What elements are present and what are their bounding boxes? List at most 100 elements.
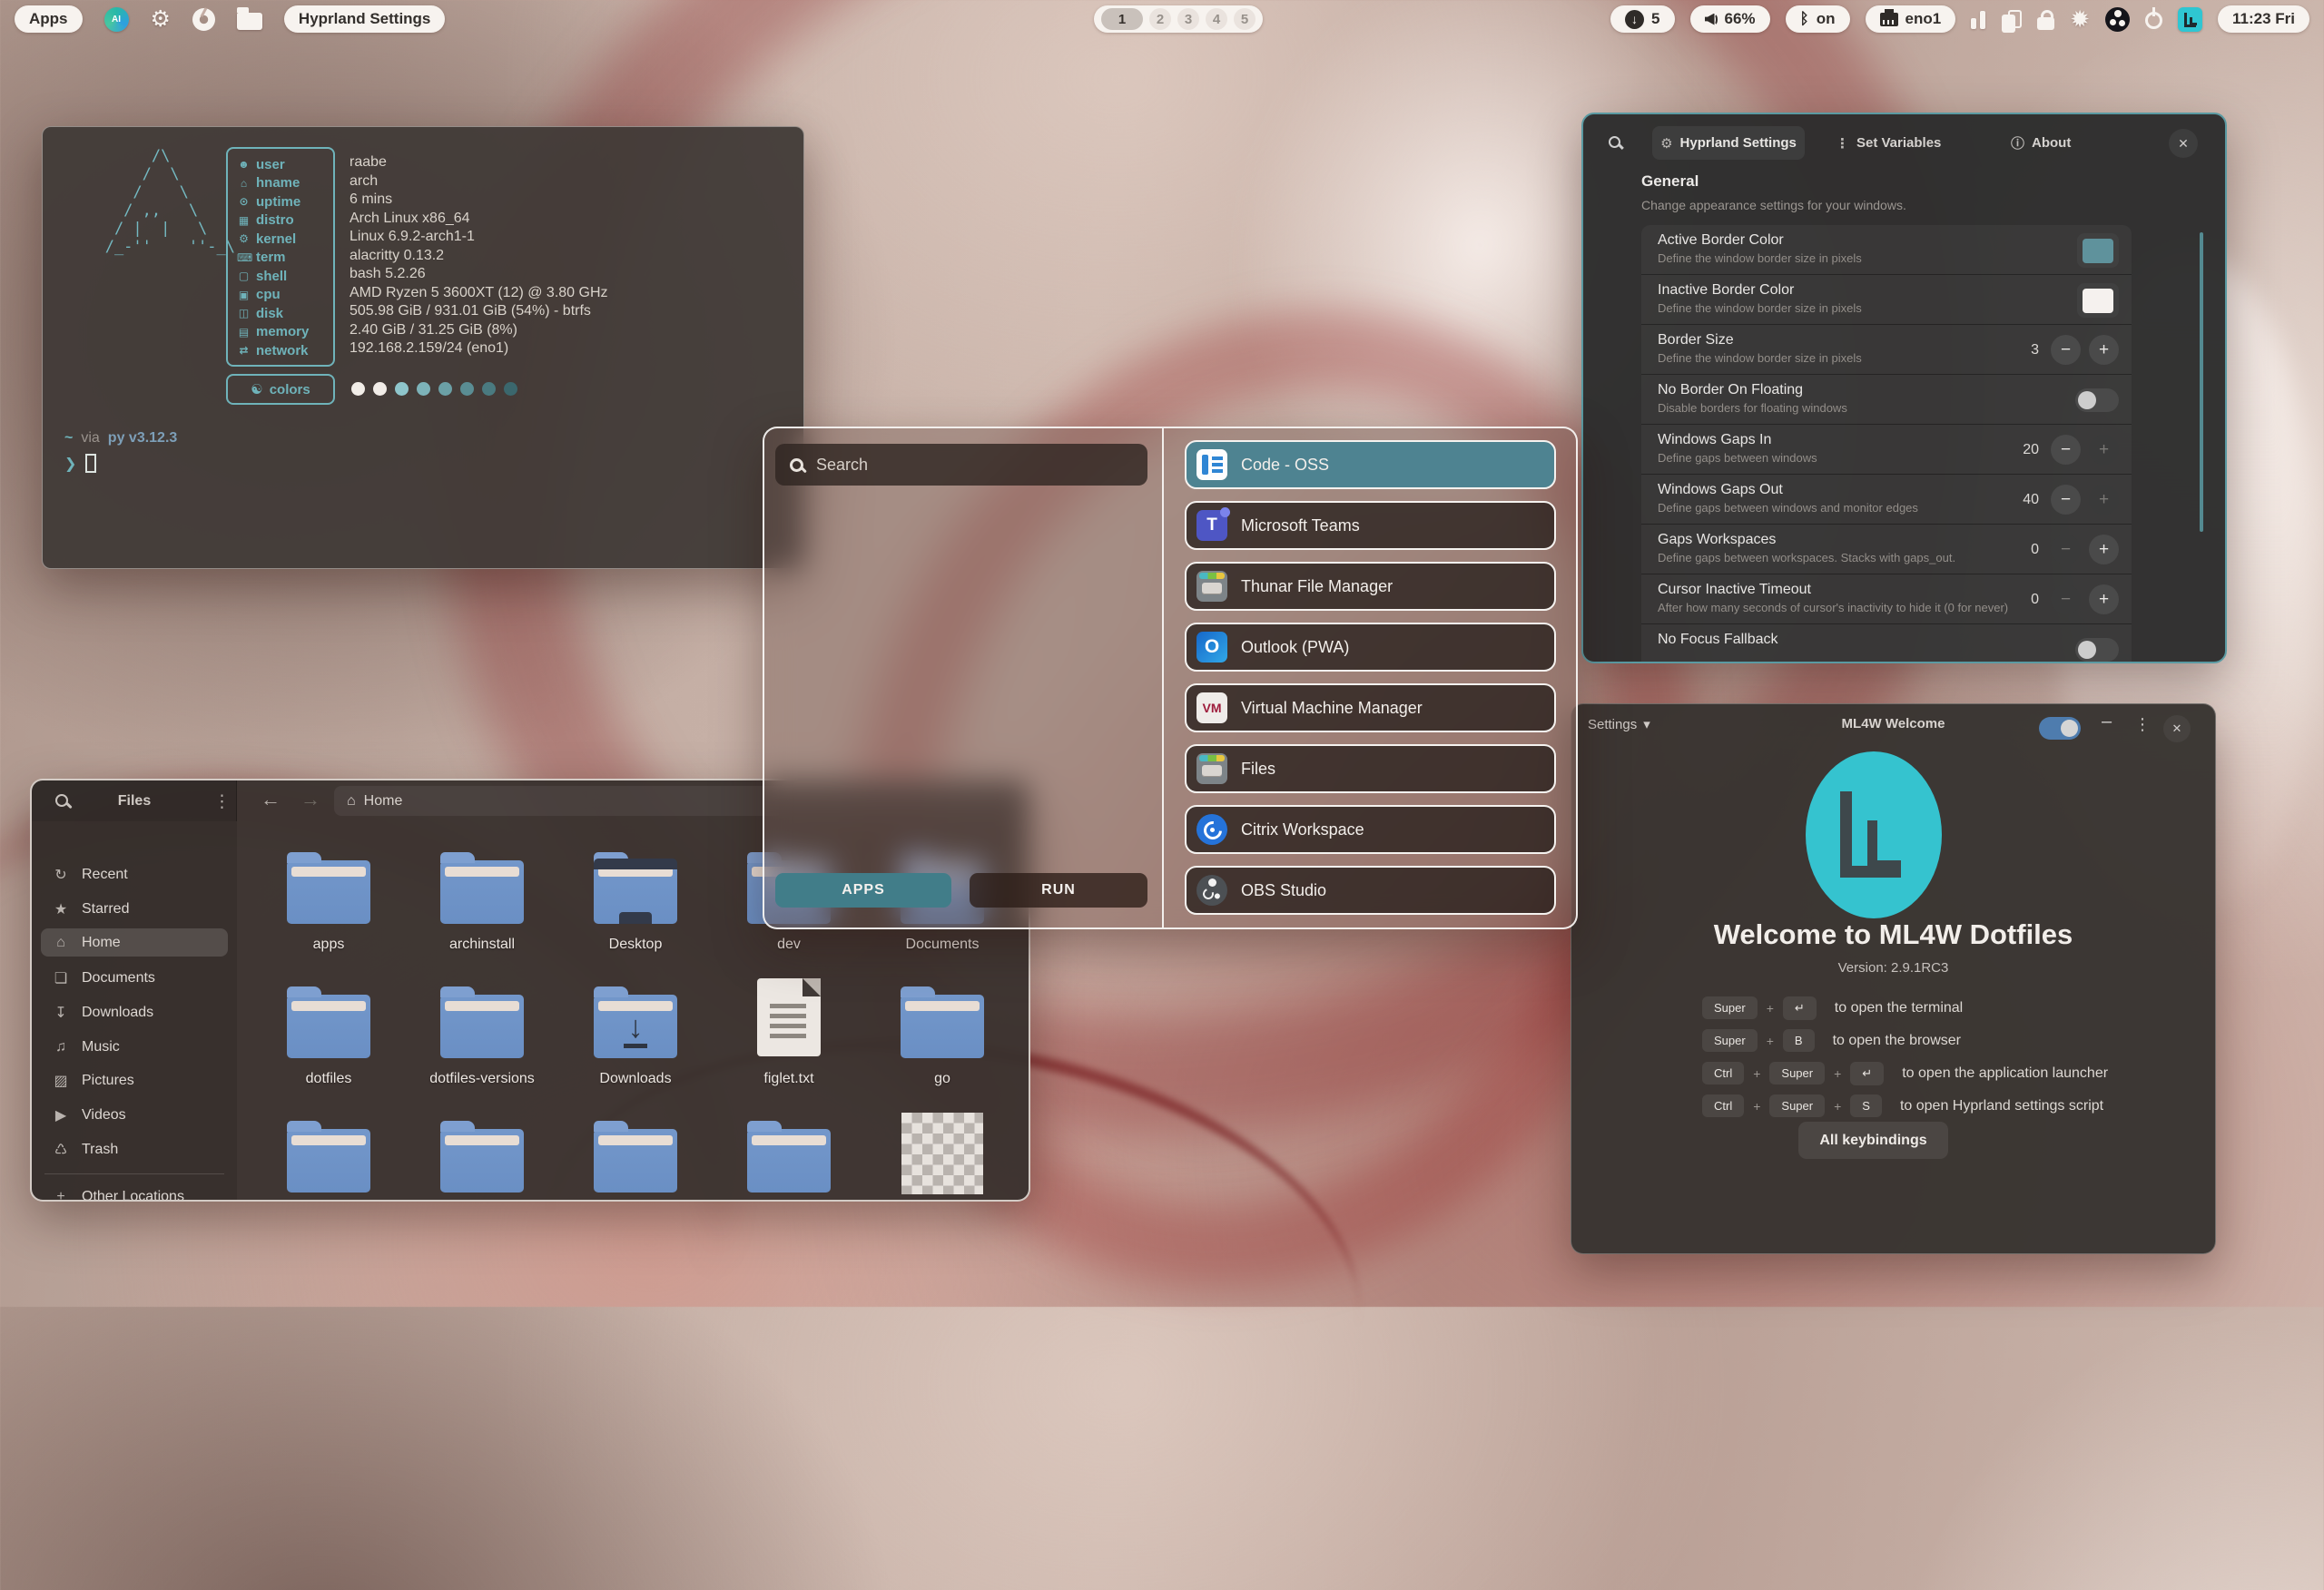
file-item[interactable]: go	[879, 984, 1006, 1058]
minimize-icon[interactable]: –	[2102, 712, 2112, 732]
network-indicator[interactable]: eno1	[1866, 5, 1956, 33]
tab-label: About	[2032, 135, 2071, 151]
ml4w-welcome-window[interactable]: Settings ▾ ML4W Welcome – ⋮ ✕ Welcome to…	[1571, 703, 2216, 1254]
sidebar-item-starred[interactable]: ★Starred	[41, 895, 228, 923]
bluetooth-indicator[interactable]: ᛒ on	[1786, 5, 1850, 33]
menu-kebab-icon[interactable]: ⋮	[2134, 715, 2151, 734]
decrement-button[interactable]: −	[2051, 435, 2081, 465]
decrement-button[interactable]: −	[2051, 535, 2081, 564]
sidebar-item-pictures[interactable]: ▨Pictures	[41, 1066, 228, 1094]
launcher-item-microsoft-teams[interactable]: T Microsoft Teams	[1185, 501, 1556, 550]
sidebar-item-home[interactable]: ⌂Home	[41, 928, 228, 957]
active-border-color-swatch[interactable]	[2077, 233, 2119, 268]
run-tab-button[interactable]: RUN	[970, 873, 1147, 908]
settings-app-icon[interactable]: ⚙	[151, 8, 171, 31]
clock[interactable]: 11:23 Fri	[2218, 5, 2309, 33]
launcher-item-files[interactable]: Files	[1185, 744, 1556, 793]
inactive-border-color-swatch[interactable]	[2077, 283, 2119, 318]
increment-button[interactable]: +	[2089, 584, 2119, 614]
starburst-icon[interactable]: ✹	[2070, 7, 2090, 31]
distro-icon: ▦	[237, 214, 251, 227]
launcher-item-code-oss[interactable]: Code - OSS	[1185, 440, 1556, 489]
sidebar-item-recent[interactable]: ↻Recent	[41, 860, 228, 888]
file-item[interactable]	[879, 1113, 1006, 1194]
decrement-button[interactable]: −	[2051, 584, 2081, 614]
apps-menu-label: Apps	[29, 10, 68, 28]
file-item[interactable]	[725, 1118, 852, 1192]
launcher-item-obs-studio[interactable]: OBS Studio	[1185, 866, 1556, 915]
power-icon[interactable]	[2145, 12, 2162, 29]
tab-hyprland-settings[interactable]: ⚙ Hyprland Settings	[1652, 126, 1805, 160]
apps-tab-label: APPS	[842, 882, 885, 898]
fetch-value: 6 mins	[350, 191, 608, 210]
obs-tray-icon[interactable]	[2105, 7, 2130, 32]
file-item[interactable]: figlet.txt	[725, 978, 852, 1056]
workspace-2[interactable]: 2	[1149, 8, 1171, 30]
plus-sign: +	[1834, 1099, 1841, 1114]
file-item[interactable]	[265, 1118, 392, 1192]
launcher-item-citrix-workspace[interactable]: Citrix Workspace	[1185, 805, 1556, 854]
increment-button[interactable]: +	[2089, 535, 2119, 564]
launcher-item-outlook[interactable]: O Outlook (PWA)	[1185, 623, 1556, 672]
ml4w-tray-icon[interactable]	[2178, 7, 2202, 32]
file-item[interactable]: ↓ Downloads	[572, 984, 699, 1058]
shell-prompt-line[interactable]: ❯	[64, 454, 96, 473]
back-icon[interactable]: ←	[261, 788, 281, 811]
file-item[interactable]: dotfiles-versions	[419, 984, 546, 1058]
no-border-on-floating-toggle[interactable]	[2075, 388, 2119, 412]
workspace-4[interactable]: 4	[1206, 8, 1227, 30]
volume-indicator[interactable]: 66%	[1690, 5, 1770, 33]
setting-value: 0	[2031, 542, 2039, 558]
settings-scrollbar[interactable]	[2200, 232, 2203, 532]
sidebar-item-other-locations[interactable]: +Other Locations	[41, 1183, 228, 1202]
stats-icon[interactable]	[1971, 9, 1985, 29]
files-menu-icon[interactable]: ⋮	[213, 791, 231, 812]
workspace-5[interactable]: 5	[1234, 8, 1256, 30]
prompt-chevron: ❯	[64, 455, 76, 473]
all-keybindings-button[interactable]: All keybindings	[1798, 1122, 1948, 1159]
increment-button[interactable]: +	[2089, 485, 2119, 515]
updates-indicator[interactable]: ↓ 5	[1610, 5, 1674, 33]
lock-icon[interactable]	[2037, 17, 2054, 30]
fetch-label: memory	[256, 324, 309, 339]
close-icon[interactable]: ✕	[2169, 129, 2198, 158]
workspace-3[interactable]: 3	[1177, 8, 1199, 30]
sidebar-item-trash[interactable]: ♺Trash	[41, 1135, 228, 1163]
forward-icon[interactable]: →	[300, 788, 320, 811]
apps-tab-button[interactable]: APPS	[775, 873, 951, 908]
chrome-app-icon[interactable]	[192, 8, 215, 31]
sidebar-item-videos[interactable]: ▶Videos	[41, 1101, 228, 1129]
workspace-switcher[interactable]: 1 2 3 4 5	[1094, 5, 1263, 33]
sidebar-item-downloads[interactable]: ↧Downloads	[41, 998, 228, 1026]
file-item[interactable]: apps	[265, 849, 392, 924]
close-icon[interactable]: ✕	[2163, 715, 2191, 742]
launcher-search-input[interactable]: Search	[775, 444, 1147, 486]
welcome-toggle[interactable]	[2039, 717, 2081, 740]
apps-menu-button[interactable]: Apps	[15, 5, 83, 33]
decrement-button[interactable]: −	[2051, 485, 2081, 515]
increment-button[interactable]: +	[2089, 435, 2119, 465]
file-manager-app-icon[interactable]	[237, 13, 262, 30]
keybind-description: to open the browser	[1833, 1033, 1961, 1049]
decrement-button[interactable]: −	[2051, 335, 2081, 365]
launcher-item-thunar[interactable]: Thunar File Manager	[1185, 562, 1556, 611]
no-focus-fallback-toggle[interactable]	[2075, 638, 2119, 662]
launcher-item-virtual-machine-manager[interactable]: VM Virtual Machine Manager	[1185, 683, 1556, 732]
ai-app-icon[interactable]: AI	[104, 7, 129, 32]
clipboard-icon[interactable]	[2008, 10, 2022, 28]
terminal-window[interactable]: /\ / \ / \ / ,, \ / | | \ /_-'' ''-_\ ☻u…	[42, 126, 804, 569]
tab-about[interactable]: ⓘ About	[2011, 126, 2071, 160]
hyprland-settings-window[interactable]: ⚙ Hyprland Settings ⋮ Set Variables ⓘ Ab…	[1581, 113, 2227, 663]
file-item[interactable]: archinstall	[419, 849, 546, 924]
tab-set-variables[interactable]: ⋮ Set Variables	[1836, 126, 1941, 160]
file-item[interactable]	[419, 1118, 546, 1192]
file-item[interactable]: dotfiles	[265, 984, 392, 1058]
sidebar-item-documents[interactable]: ❏Documents	[41, 964, 228, 992]
increment-button[interactable]: +	[2089, 335, 2119, 365]
settings-search-icon[interactable]	[1609, 136, 1620, 148]
file-item[interactable]	[572, 1118, 699, 1192]
file-item[interactable]: Desktop	[572, 849, 699, 924]
plus-sign: +	[1767, 1001, 1774, 1016]
workspace-1[interactable]: 1	[1101, 8, 1143, 30]
sidebar-item-music[interactable]: ♫Music	[41, 1033, 228, 1061]
